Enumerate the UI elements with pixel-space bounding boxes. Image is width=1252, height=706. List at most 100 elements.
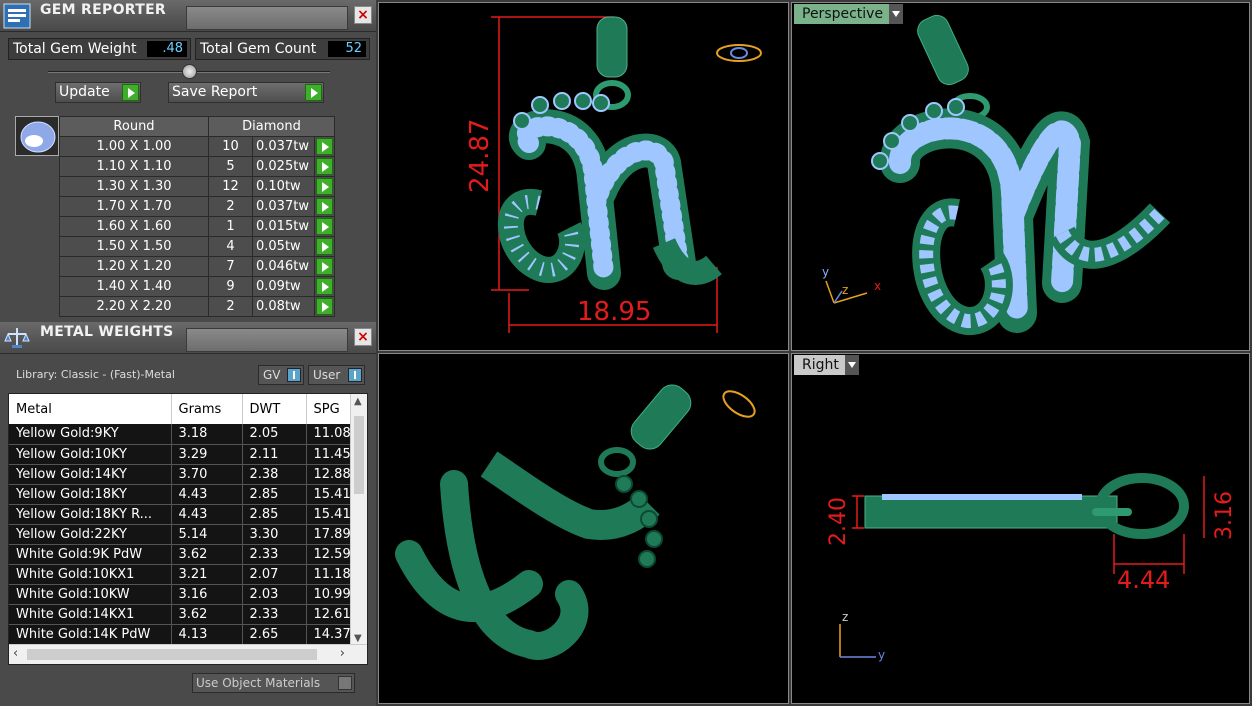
viewport-right[interactable]: Right 2.40 3.16 4.44 z y bbox=[791, 353, 1250, 704]
size-slider-knob[interactable] bbox=[182, 64, 197, 79]
metal-dwt: 2.03 bbox=[242, 584, 307, 605]
metal-dwt: 2.07 bbox=[242, 564, 307, 585]
metal-table: Metal Grams DWT SPG Yellow Gold:9KY 3.18 2… bbox=[9, 394, 352, 645]
play-arrow-icon bbox=[316, 278, 333, 295]
gv-toggle-label: GV bbox=[263, 368, 281, 382]
gem-size: 1.70 X 1.70 bbox=[59, 196, 209, 217]
metal-table-container[interactable]: Metal Grams DWT SPG Yellow Gold:9KY 3.18 2… bbox=[8, 393, 368, 665]
use-object-materials-toggle[interactable]: Use Object Materials bbox=[192, 673, 355, 693]
gem-row: 1.20 X 1.20 7 0.046tw bbox=[59, 256, 335, 277]
save-report-button[interactable]: Save Report bbox=[168, 82, 324, 103]
gem-row-select-button[interactable] bbox=[314, 256, 335, 277]
height-dimension: 24.87 bbox=[465, 118, 495, 193]
metal-row[interactable]: Yellow Gold:9KY 3.18 2.05 11.08 bbox=[9, 424, 352, 445]
metal-row[interactable]: White Gold:10KX1 3.21 2.07 11.18 bbox=[9, 564, 352, 585]
gem-row-select-button[interactable] bbox=[314, 136, 335, 157]
play-arrow-icon bbox=[122, 84, 139, 101]
metal-dwt: 2.85 bbox=[242, 484, 307, 505]
gem-row-select-button[interactable] bbox=[314, 196, 335, 217]
viewport-top[interactable]: 24.87 18.95 bbox=[378, 2, 789, 351]
metal-dwt: 2.11 bbox=[242, 444, 307, 465]
viewport-perspective[interactable]: Perspective y z x bbox=[791, 2, 1250, 351]
gem-count: 9 bbox=[208, 276, 253, 297]
metal-row[interactable]: Yellow Gold:10KY 3.29 2.11 11.45 bbox=[9, 444, 352, 465]
scroll-down-icon[interactable]: ▼ bbox=[354, 633, 362, 644]
metal-grams: 4.13 bbox=[171, 624, 243, 645]
gem-reporter-titlebar[interactable]: GEM REPORTER × bbox=[0, 0, 376, 32]
gem-row: 1.10 X 1.10 5 0.025tw bbox=[59, 156, 335, 177]
update-button[interactable]: Update bbox=[55, 82, 141, 103]
gem-total-weight: 0.08tw bbox=[252, 296, 315, 317]
titlebar-grip[interactable] bbox=[186, 328, 348, 352]
total-gem-weight: Total Gem Weight .48 bbox=[8, 38, 191, 60]
spg-column-header[interactable]: SPG bbox=[306, 394, 352, 424]
gem-size: 1.20 X 1.20 bbox=[59, 256, 209, 277]
user-toggle[interactable]: User bbox=[308, 365, 365, 385]
chevron-down-icon[interactable] bbox=[889, 4, 904, 24]
metal-dwt: 2.05 bbox=[242, 424, 307, 445]
dwt-column-header[interactable]: DWT bbox=[242, 394, 307, 424]
axis-z-label: z bbox=[842, 283, 849, 297]
horizontal-scroll-thumb[interactable] bbox=[27, 649, 317, 660]
metal-grams: 3.62 bbox=[171, 604, 243, 625]
metal-row[interactable]: Yellow Gold:22KY 5.14 3.30 17.89 bbox=[9, 524, 352, 545]
metal-name: White Gold:9K PdW bbox=[9, 544, 172, 565]
metal-spg: 14.37 bbox=[306, 624, 352, 645]
total-gem-weight-label: Total Gem Weight bbox=[13, 41, 137, 57]
metal-name: Yellow Gold:9KY bbox=[9, 424, 172, 445]
metal-weights-titlebar[interactable]: METAL WEIGHTS × bbox=[0, 322, 376, 354]
vertical-scroll-thumb[interactable] bbox=[354, 416, 364, 494]
metal-row[interactable]: Yellow Gold:18KY 4.43 2.85 15.41 bbox=[9, 484, 352, 505]
metal-row[interactable]: White Gold:14KX1 3.62 2.33 12.61 bbox=[9, 604, 352, 625]
gem-row-select-button[interactable] bbox=[314, 276, 335, 297]
gem-shape-header: Round bbox=[59, 116, 209, 137]
gem-row: 1.00 X 1.00 10 0.037tw bbox=[59, 136, 335, 157]
close-icon[interactable]: × bbox=[354, 328, 372, 346]
gem-total-weight: 0.10tw bbox=[252, 176, 315, 197]
library-label: Library: Classic - (Fast)-Metal bbox=[16, 368, 175, 381]
gem-count: 2 bbox=[208, 196, 253, 217]
gem-size: 1.30 X 1.30 bbox=[59, 176, 209, 197]
gem-row-select-button[interactable] bbox=[314, 176, 335, 197]
gem-row-select-button[interactable] bbox=[314, 156, 335, 177]
gv-toggle[interactable]: GV bbox=[258, 365, 304, 385]
metal-dwt: 2.38 bbox=[242, 464, 307, 485]
metal-row[interactable]: Yellow Gold:14KY 3.70 2.38 12.88 bbox=[9, 464, 352, 485]
gem-row: 1.70 X 1.70 2 0.037tw bbox=[59, 196, 335, 217]
gem-table-header: Round Diamond bbox=[59, 116, 335, 137]
viewport-bottom[interactable] bbox=[378, 353, 789, 704]
gem-size: 1.40 X 1.40 bbox=[59, 276, 209, 297]
bail-width-dimension: 4.44 bbox=[1117, 566, 1171, 594]
play-arrow-icon bbox=[316, 238, 333, 255]
metal-row[interactable]: White Gold:10KW 3.16 2.03 10.99 bbox=[9, 584, 352, 605]
gem-count: 12 bbox=[208, 176, 253, 197]
gem-row-select-button[interactable] bbox=[314, 296, 335, 317]
metal-name: Yellow Gold:22KY bbox=[9, 524, 172, 545]
gem-row-select-button[interactable] bbox=[314, 216, 335, 237]
gem-size: 1.60 X 1.60 bbox=[59, 216, 209, 237]
metal-column-header[interactable]: Metal bbox=[9, 394, 172, 424]
perspective-view-selector[interactable]: Perspective bbox=[794, 4, 904, 24]
chevron-down-icon[interactable] bbox=[844, 355, 859, 375]
right-view-selector[interactable]: Right bbox=[794, 355, 859, 375]
scroll-right-icon[interactable]: › bbox=[340, 646, 345, 661]
scroll-up-icon[interactable]: ▲ bbox=[354, 396, 362, 407]
gem-total-weight: 0.046tw bbox=[252, 256, 315, 277]
metal-row[interactable]: White Gold:9K PdW 3.62 2.33 12.59 bbox=[9, 544, 352, 565]
gem-row-select-button[interactable] bbox=[314, 236, 335, 257]
titlebar-grip[interactable] bbox=[186, 6, 348, 30]
metal-dwt: 2.65 bbox=[242, 624, 307, 645]
metal-row[interactable]: White Gold:14K PdW 4.13 2.65 14.37 bbox=[9, 624, 352, 645]
axis-y-label: y bbox=[822, 265, 830, 279]
metal-row[interactable]: Yellow Gold:18KY R... 4.43 2.85 15.41 bbox=[9, 504, 352, 525]
metal-spg: 15.41 bbox=[306, 484, 352, 505]
grams-column-header[interactable]: Grams bbox=[171, 394, 243, 424]
scroll-left-icon[interactable]: ‹ bbox=[13, 646, 18, 661]
horizontal-scrollbar[interactable]: ‹ › bbox=[9, 644, 367, 664]
close-icon[interactable]: × bbox=[354, 6, 372, 24]
gem-table: Round Diamond 1.00 X 1.00 10 0.037tw 1.10 X… bbox=[59, 116, 335, 317]
toggle-switch-icon bbox=[348, 368, 362, 382]
gem-count: 1 bbox=[208, 216, 253, 237]
vertical-scrollbar[interactable]: ▲ ▼ bbox=[350, 394, 367, 646]
gem-report-icon bbox=[3, 3, 31, 29]
